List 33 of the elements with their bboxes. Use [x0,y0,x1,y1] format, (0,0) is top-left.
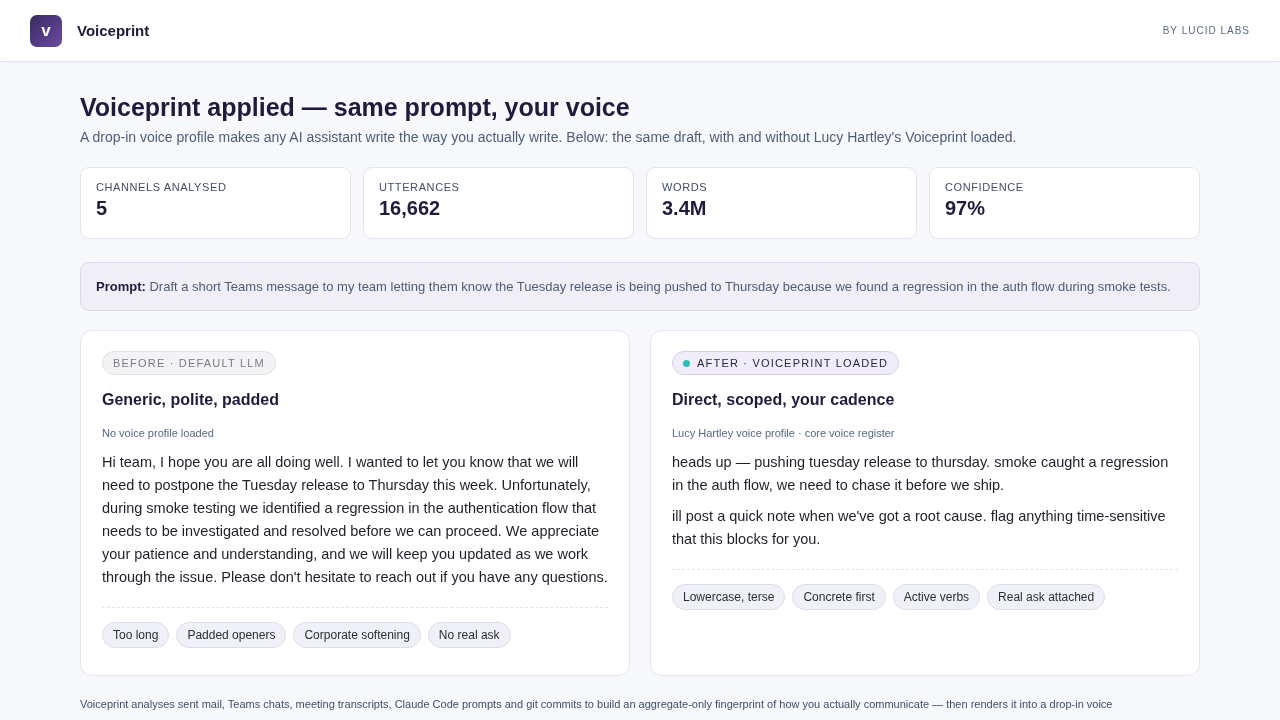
tag-chip: Active verbs [892,584,981,610]
card-heading: Direct, scoped, your cadence [672,391,895,409]
stat-label: CONFIDENCE [945,181,1025,193]
tag-chip: Lowercase, terse [672,584,786,610]
page-title: Voiceprint applied — same prompt, your voice [80,92,631,123]
tag-chip: Real ask attached [987,584,1106,610]
page-subtitle: A drop-in voice profile makes any AI assistant write the way you actually write. Below: the same draft, with and without Lucy Hartley's Voiceprint loaded. [80,129,1018,145]
tag-chip: No real ask [427,622,511,648]
status-dot-icon [683,359,690,367]
message-paragraph: ill post a quick note when we've got a root cause. flag anything time-sensitive that this blocks for you. [672,507,1167,549]
stat-label: CHANNELS ANALYSED [96,181,228,193]
message-paragraph: Hi team, I hope you are all doing well. I wanted to let you know that we will need to postpone the Tuesday release to Thursday this week. Unfortunately, during smoke testing we identified a regression in the authentication flow that needs to be investigated and resolved before we can proceed. We appreciate your patience and understanding, and we will keep you updated as we work through the issue. Please don't hesitate to reach out if you have any questions. [102,453,608,587]
stat-value: 97% [945,197,987,220]
stat-label: WORDS [662,181,709,193]
card-heading: Generic, polite, padded [102,391,279,409]
badge-label: AFTER · VOICEPRINT LOADED [697,357,889,369]
stat-value: 3.4M [662,197,708,220]
tag-chip: Concrete first [792,584,886,610]
tag-chip: Corporate softening [293,622,421,648]
message-paragraph: heads up — pushing tuesday release to thursday. smoke caught a regression in the auth flow, we need to chase it before we ship. [672,453,1170,495]
card-caption: Lucy Hartley voice profile · core voice register [672,427,895,439]
tag-chip: Padded openers [176,622,287,648]
app-name: Voiceprint [77,22,150,39]
tag-chip: Too long [102,622,170,648]
byline: BY LUCID LABS [1162,25,1250,36]
badge-label: BEFORE · DEFAULT LLM [113,357,265,369]
logo-icon: v [30,14,62,47]
stat-label: UTTERANCES [379,181,461,193]
stat-value: 5 [96,197,109,220]
stat-value: 16,662 [379,197,442,220]
footer-text: Voiceprint analyses sent mail, Teams chats, meeting transcripts, Claude Code prompts and git commits to build an aggregate-only fingerprint of how you actually communicate — then renders it into a drop-in voice [80,698,1114,710]
prompt-box: Prompt: Draft a short Teams message to my team letting them know the Tuesday release is being pushed to Thursday because we found a regression in the auth flow during smoke tests. [80,262,1200,311]
card-caption: No voice profile loaded [102,427,214,439]
